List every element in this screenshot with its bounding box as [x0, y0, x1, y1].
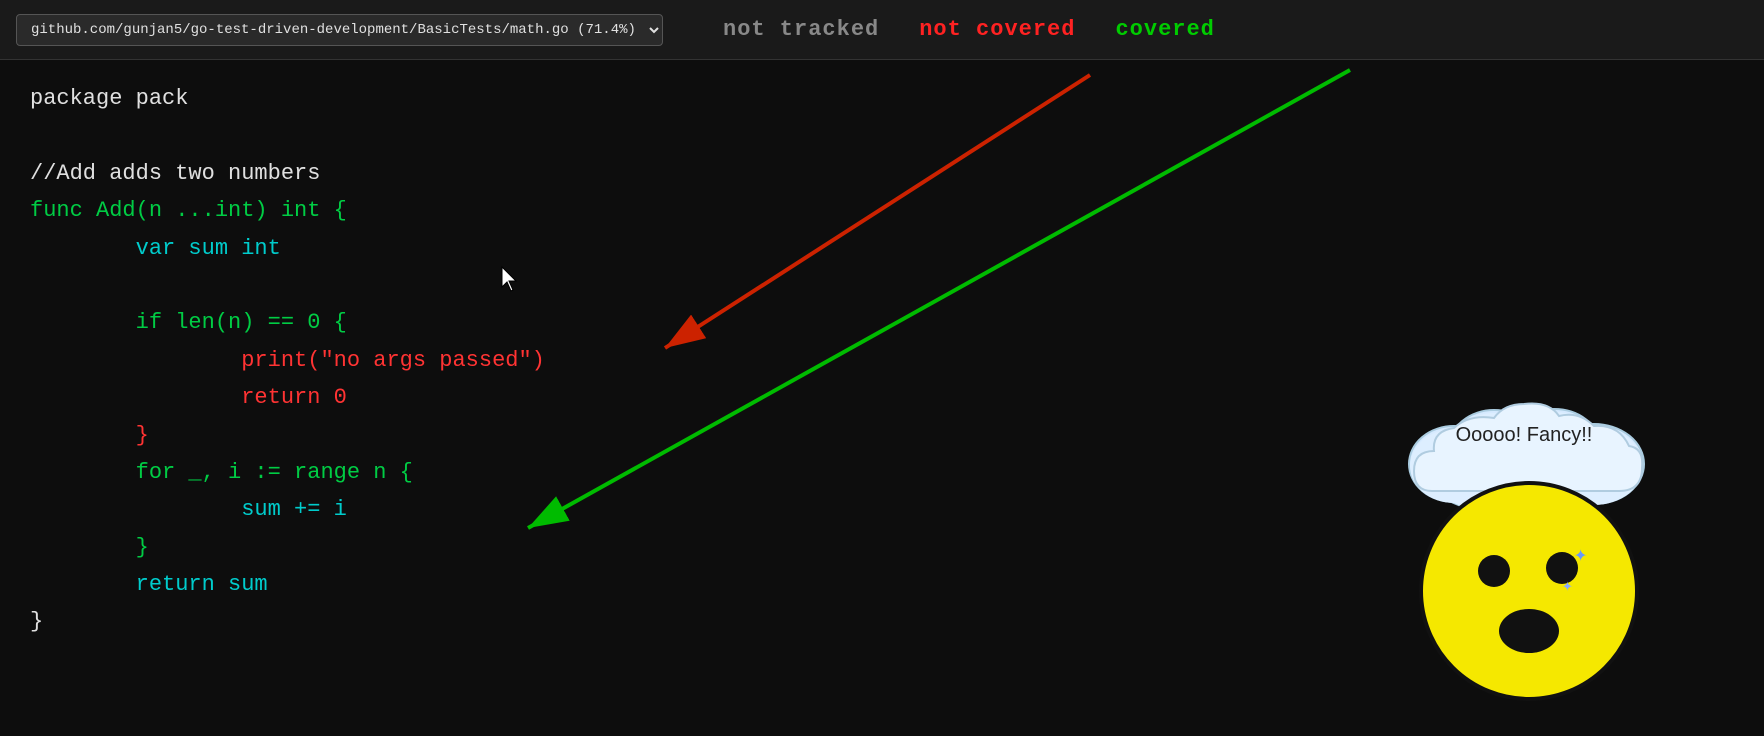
- code-line: if len(n) == 0 {: [30, 304, 1734, 341]
- code-line: [30, 267, 1734, 304]
- speech-bubble-text: Ooooo! Fancy!!: [1414, 421, 1634, 449]
- code-line: print("no args passed"): [30, 342, 1734, 379]
- emoji-container: Ooooo! Fancy!! ✦ ✦: [1384, 396, 1664, 706]
- header-bar: github.com/gunjan5/go-test-driven-develo…: [0, 0, 1764, 60]
- code-line: //Add adds two numbers: [30, 155, 1734, 192]
- code-line: var sum int: [30, 230, 1734, 267]
- code-line: func Add(n ...int) int {: [30, 192, 1734, 229]
- legend: not tracked not covered covered: [723, 17, 1215, 42]
- code-line: [30, 117, 1734, 154]
- svg-text:✦: ✦: [1562, 577, 1573, 597]
- svg-text:✦: ✦: [1574, 543, 1587, 568]
- legend-not-covered: not covered: [919, 17, 1075, 42]
- code-line: package pack: [30, 80, 1734, 117]
- legend-not-tracked: not tracked: [723, 17, 879, 42]
- legend-covered: covered: [1115, 17, 1214, 42]
- file-selector[interactable]: github.com/gunjan5/go-test-driven-develo…: [16, 14, 663, 46]
- smiley-face: ✦ ✦: [1414, 476, 1644, 706]
